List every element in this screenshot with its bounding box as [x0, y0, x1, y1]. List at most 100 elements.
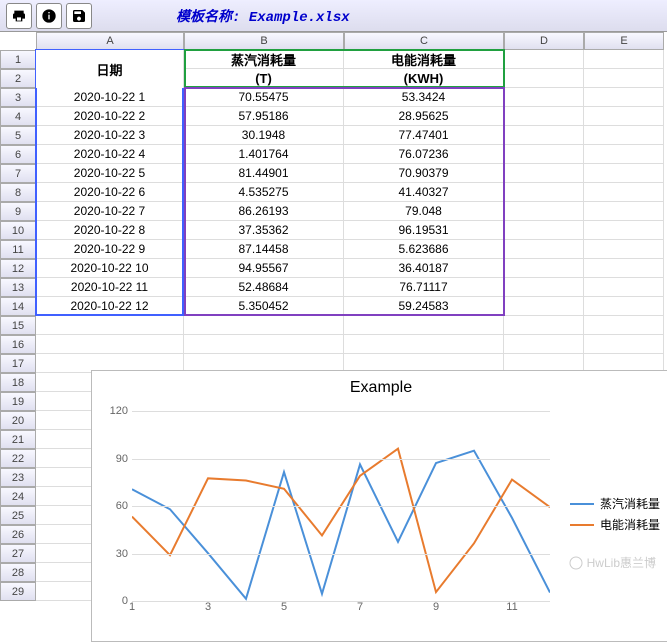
cell[interactable] — [504, 69, 584, 88]
row-header-6[interactable]: 6 — [0, 145, 36, 164]
cell[interactable] — [584, 50, 664, 69]
cell[interactable] — [504, 335, 584, 354]
cell[interactable]: 53.3424 — [344, 88, 504, 107]
cell[interactable]: 5.350452 — [184, 297, 344, 316]
cell[interactable]: 2020-10-22 3 — [36, 126, 184, 145]
cell[interactable]: 5.623686 — [344, 240, 504, 259]
cell[interactable] — [584, 278, 664, 297]
cell[interactable]: 30.1948 — [184, 126, 344, 145]
cell[interactable] — [584, 126, 664, 145]
cell[interactable]: 2020-10-22 11 — [36, 278, 184, 297]
cell[interactable]: 2020-10-22 4 — [36, 145, 184, 164]
cell[interactable] — [504, 221, 584, 240]
cell[interactable] — [584, 335, 664, 354]
cell[interactable]: 28.95625 — [344, 107, 504, 126]
cell[interactable]: 2020-10-22 6 — [36, 183, 184, 202]
cell[interactable] — [504, 278, 584, 297]
row-header-28[interactable]: 28 — [0, 563, 36, 582]
cell[interactable] — [184, 335, 344, 354]
row-header-19[interactable]: 19 — [0, 392, 36, 411]
cell[interactable] — [584, 183, 664, 202]
cell[interactable]: 1.401764 — [184, 145, 344, 164]
cell[interactable] — [504, 240, 584, 259]
row-header-2[interactable]: 2 — [0, 69, 36, 88]
cell[interactable] — [504, 316, 584, 335]
row-header-7[interactable]: 7 — [0, 164, 36, 183]
spreadsheet-grid[interactable]: 日期蒸汽消耗量电能消耗量(T)(KWH) 2020-10-22 170.55475… — [36, 50, 664, 601]
row-header-21[interactable]: 21 — [0, 430, 36, 449]
cell[interactable]: 日期 — [36, 50, 184, 88]
row-header-26[interactable]: 26 — [0, 525, 36, 544]
cell[interactable] — [184, 316, 344, 335]
cell[interactable]: 87.14458 — [184, 240, 344, 259]
row-header-20[interactable]: 20 — [0, 411, 36, 430]
cell[interactable] — [504, 183, 584, 202]
cell[interactable] — [584, 69, 664, 88]
cell[interactable] — [584, 88, 664, 107]
row-header-4[interactable]: 4 — [0, 107, 36, 126]
row-header-25[interactable]: 25 — [0, 506, 36, 525]
row-header-22[interactable]: 22 — [0, 449, 36, 468]
row-header-16[interactable]: 16 — [0, 335, 36, 354]
row-header-11[interactable]: 11 — [0, 240, 36, 259]
cell[interactable]: (T) — [184, 69, 344, 88]
cell[interactable] — [584, 145, 664, 164]
row-header-24[interactable]: 24 — [0, 487, 36, 506]
cell[interactable]: 37.35362 — [184, 221, 344, 240]
cell[interactable] — [584, 164, 664, 183]
row-header-9[interactable]: 9 — [0, 202, 36, 221]
cell[interactable]: 81.44901 — [184, 164, 344, 183]
cell[interactable]: 96.19531 — [344, 221, 504, 240]
cell[interactable] — [504, 297, 584, 316]
cell[interactable]: 4.535275 — [184, 183, 344, 202]
cell[interactable] — [504, 50, 584, 69]
row-header-29[interactable]: 29 — [0, 582, 36, 601]
cell[interactable]: 2020-10-22 10 — [36, 259, 184, 278]
row-header-23[interactable]: 23 — [0, 468, 36, 487]
cell[interactable] — [584, 297, 664, 316]
row-header-12[interactable]: 12 — [0, 259, 36, 278]
cell[interactable]: 57.95186 — [184, 107, 344, 126]
cell[interactable] — [584, 240, 664, 259]
cell[interactable]: 76.07236 — [344, 145, 504, 164]
row-header-3[interactable]: 3 — [0, 88, 36, 107]
row-header-5[interactable]: 5 — [0, 126, 36, 145]
row-header-17[interactable]: 17 — [0, 354, 36, 373]
cell[interactable]: 蒸汽消耗量 — [184, 50, 344, 69]
chart[interactable]: Example 0306090120 1357911 蒸汽消耗量电能消耗量 — [91, 370, 667, 642]
cell[interactable]: 2020-10-22 7 — [36, 202, 184, 221]
print-button[interactable] — [6, 3, 32, 29]
cell[interactable] — [504, 126, 584, 145]
cell[interactable]: 2020-10-22 8 — [36, 221, 184, 240]
cell[interactable] — [584, 107, 664, 126]
col-header-B[interactable]: B — [184, 32, 344, 50]
row-header-1[interactable]: 1 — [0, 50, 36, 69]
cell[interactable]: 36.40187 — [344, 259, 504, 278]
cell[interactable]: (KWH) — [344, 69, 504, 88]
cell[interactable] — [504, 164, 584, 183]
col-header-C[interactable]: C — [344, 32, 504, 50]
cell[interactable]: 52.48684 — [184, 278, 344, 297]
cell[interactable] — [584, 202, 664, 221]
cell[interactable]: 70.55475 — [184, 88, 344, 107]
cell[interactable] — [584, 259, 664, 278]
cell[interactable]: 2020-10-22 9 — [36, 240, 184, 259]
row-header-10[interactable]: 10 — [0, 221, 36, 240]
cell[interactable] — [504, 145, 584, 164]
cell[interactable] — [504, 88, 584, 107]
cell[interactable] — [584, 221, 664, 240]
cell[interactable]: 94.95567 — [184, 259, 344, 278]
cell[interactable] — [584, 316, 664, 335]
cell[interactable]: 77.47401 — [344, 126, 504, 145]
cell[interactable] — [344, 335, 504, 354]
row-header-13[interactable]: 13 — [0, 278, 36, 297]
cell[interactable]: 2020-10-22 2 — [36, 107, 184, 126]
cell[interactable] — [36, 316, 184, 335]
cell[interactable]: 76.71117 — [344, 278, 504, 297]
cell[interactable]: 电能消耗量 — [344, 50, 504, 69]
cell[interactable]: 41.40327 — [344, 183, 504, 202]
cell[interactable]: 2020-10-22 1 — [36, 88, 184, 107]
cell[interactable]: 70.90379 — [344, 164, 504, 183]
info-button[interactable] — [36, 3, 62, 29]
row-header-8[interactable]: 8 — [0, 183, 36, 202]
